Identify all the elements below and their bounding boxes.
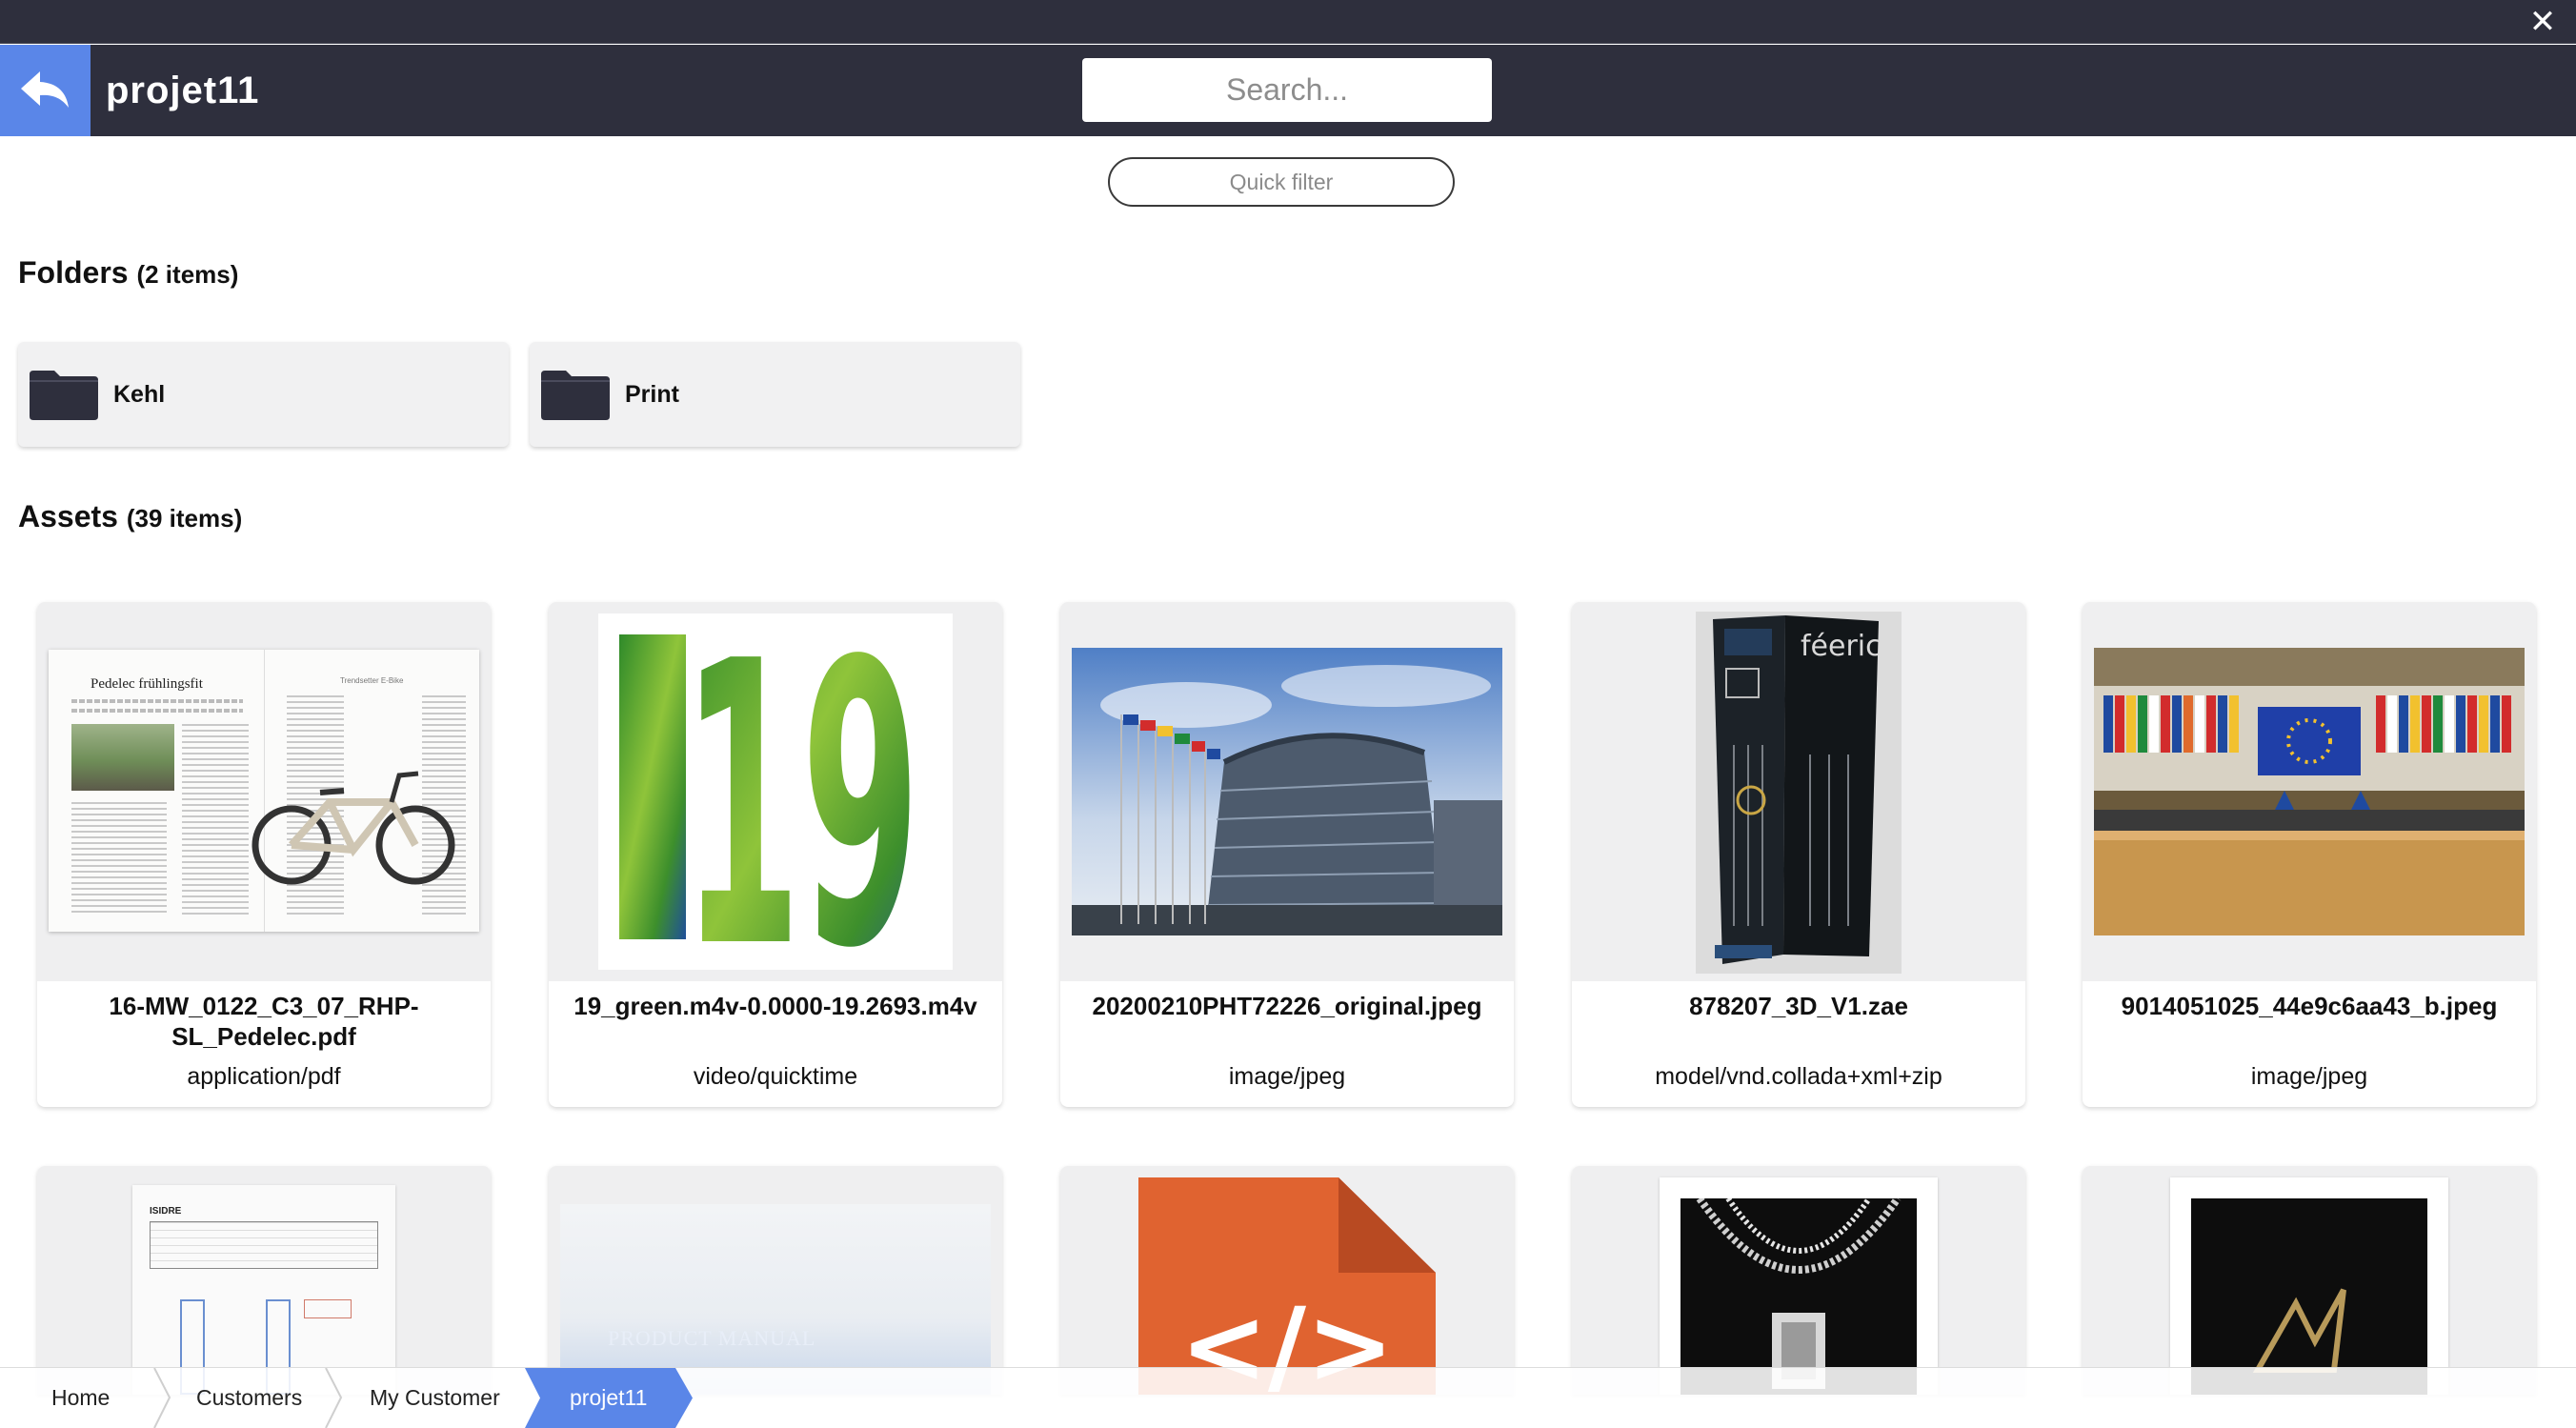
jewelry-photo bbox=[2191, 1198, 2427, 1395]
code-file-icon: </> bbox=[1138, 1177, 1436, 1395]
breadcrumb-my-customer[interactable]: My Customer bbox=[370, 1368, 500, 1428]
folders-section-title: Folders (2 items) bbox=[18, 255, 238, 291]
hemicycle-photo bbox=[2094, 648, 2525, 935]
asset-mime-type: image/jpeg bbox=[2250, 1063, 2368, 1090]
asset-card[interactable]: Pedelec frühlingsfit Trendsetter E-Bike … bbox=[37, 602, 491, 1107]
assets-section-title: Assets (39 items) bbox=[18, 499, 242, 534]
breadcrumb-separator-icon bbox=[325, 1368, 343, 1428]
asset-thumbnail: PRODUCT MANUAL bbox=[549, 1166, 1002, 1395]
breadcrumb-separator-icon bbox=[153, 1368, 171, 1428]
asset-card[interactable]: 19 19_green.m4v-0.0000-19.2693.m4v video… bbox=[549, 602, 1002, 1107]
asset-card[interactable] bbox=[2083, 1166, 2536, 1395]
asset-card[interactable]: ISIDRE bbox=[37, 1166, 491, 1395]
quick-filter-button[interactable]: Quick filter bbox=[1108, 157, 1455, 207]
page-title: projet11 bbox=[106, 70, 260, 111]
asset-mime-type: model/vnd.collada+xml+zip bbox=[1655, 1063, 1942, 1090]
asset-thumbnail bbox=[1572, 1166, 2025, 1395]
asset-mime-type: image/jpeg bbox=[1228, 1063, 1346, 1090]
folder-kehl[interactable]: Kehl bbox=[18, 342, 509, 447]
ebike-illustration bbox=[252, 771, 455, 885]
asset-thumbnail: Pedelec frühlingsfit Trendsetter E-Bike bbox=[37, 602, 491, 981]
asset-mime-type: video/quicktime bbox=[693, 1063, 858, 1090]
breadcrumb-customers[interactable]: Customers bbox=[196, 1368, 302, 1428]
asset-name: 19_green.m4v-0.0000-19.2693.m4v bbox=[574, 992, 977, 1020]
folders-title: Folders bbox=[18, 255, 129, 290]
asset-card[interactable]: 20200210PHT72226_original.jpeg image/jpe… bbox=[1060, 602, 1514, 1107]
video-thumb-number: 19 bbox=[619, 613, 920, 970]
product-box-render: féeric bbox=[1696, 612, 1902, 974]
window-top-bar: ✕ bbox=[0, 0, 2576, 44]
manual-title: PRODUCT MANUAL bbox=[608, 1326, 816, 1350]
header-bar: projet11 bbox=[0, 45, 2576, 136]
box-brand-text: féeric bbox=[1801, 630, 1882, 663]
asset-card[interactable]: PRODUCT MANUAL bbox=[549, 1166, 1002, 1395]
assets-title: Assets bbox=[18, 499, 118, 533]
asset-name: 16-MW_0122_C3_07_RHP-SL_Pedelec.pdf bbox=[109, 992, 419, 1051]
folders-count: (2 items) bbox=[136, 260, 239, 289]
asset-name: 20200210PHT72226_original.jpeg bbox=[1092, 992, 1482, 1020]
folder-label: Print bbox=[625, 380, 679, 408]
folder-icon bbox=[541, 371, 610, 420]
back-arrow-icon bbox=[20, 71, 69, 108]
search-input[interactable] bbox=[1082, 58, 1492, 122]
folder-label: Kehl bbox=[113, 380, 166, 408]
folder-icon bbox=[30, 371, 98, 420]
asset-thumbnail bbox=[2083, 602, 2536, 981]
asset-card[interactable]: </> bbox=[1060, 1166, 1514, 1395]
asset-card[interactable]: 9014051025_44e9c6aa43_b.jpeg image/jpeg bbox=[2083, 602, 2536, 1107]
asset-mime-type: application/pdf bbox=[187, 1063, 341, 1090]
asset-thumbnail bbox=[2083, 1166, 2536, 1395]
asset-card[interactable]: féeric 878207_3D_V1.zae model/vnd.collad… bbox=[1572, 602, 2025, 1107]
assets-count: (39 items) bbox=[126, 504, 243, 533]
asset-thumbnail: </> bbox=[1060, 1166, 1514, 1395]
jewelry-photo bbox=[1680, 1198, 1917, 1395]
breadcrumb-current[interactable]: projet11 bbox=[570, 1368, 647, 1428]
back-button[interactable] bbox=[0, 45, 91, 136]
asset-thumbnail: ISIDRE bbox=[37, 1166, 491, 1395]
pdf-thumb-heading: Pedelec frühlingsfit bbox=[91, 676, 203, 692]
asset-card[interactable] bbox=[1572, 1166, 2025, 1395]
asset-thumbnail: 19 bbox=[549, 602, 1002, 981]
folder-print[interactable]: Print bbox=[530, 342, 1020, 447]
breadcrumb-home[interactable]: Home bbox=[51, 1368, 110, 1428]
video-thumb-digits: 19 bbox=[682, 613, 920, 970]
parliament-photo bbox=[1072, 648, 1502, 935]
asset-name: 9014051025_44e9c6aa43_b.jpeg bbox=[2121, 992, 2498, 1020]
breadcrumb: Home Customers My Customer projet11 bbox=[0, 1367, 2576, 1428]
asset-thumbnail bbox=[1060, 602, 1514, 981]
asset-thumbnail: féeric bbox=[1572, 602, 2025, 981]
pdf-thumb-subheading: Trendsetter E-Bike bbox=[340, 676, 404, 685]
asset-name: 878207_3D_V1.zae bbox=[1689, 992, 1908, 1020]
technical-doc-logo: ISIDRE bbox=[150, 1206, 182, 1217]
cyclist-photo bbox=[71, 724, 174, 791]
close-icon[interactable]: ✕ bbox=[2526, 6, 2559, 38]
